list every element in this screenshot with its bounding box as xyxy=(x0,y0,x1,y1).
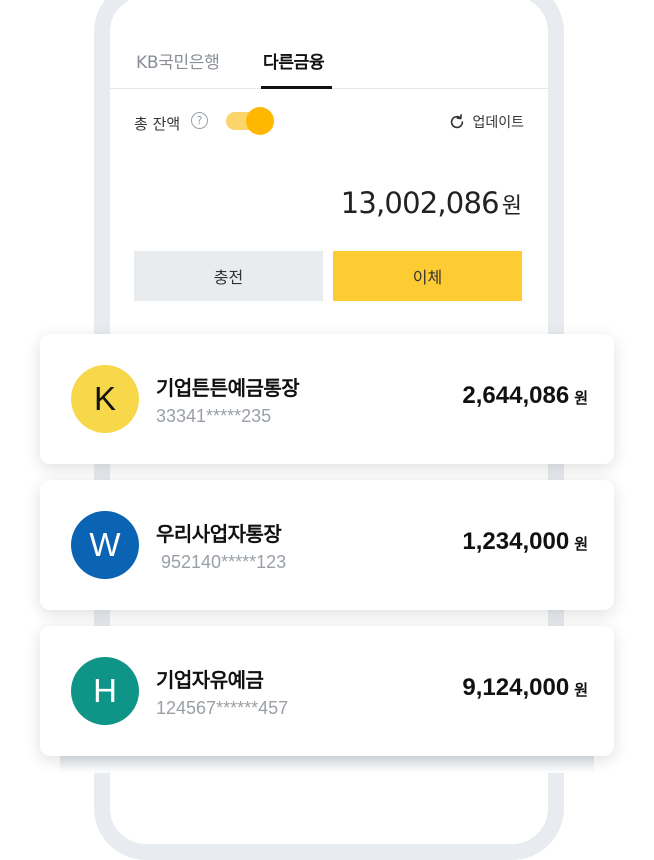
total-balance-label: 총 잔액 xyxy=(134,115,181,133)
bank-avatar: W xyxy=(71,511,139,579)
question-circle-icon[interactable]: ? xyxy=(191,112,208,129)
total-balance: 13,002,086 원 xyxy=(341,186,522,220)
account-name: 우리사업자통장 xyxy=(156,522,282,546)
balance-visibility-toggle[interactable] xyxy=(226,107,274,135)
update-label: 업데이트 xyxy=(472,115,524,131)
tab-other-finance[interactable]: 다른금융 xyxy=(263,48,325,73)
bank-avatar: K xyxy=(71,365,139,433)
transfer-button[interactable]: 이체 xyxy=(333,251,522,301)
account-balance: 2,644,086 원 xyxy=(462,382,588,410)
tab-kb-bank[interactable]: KB국민은행 xyxy=(136,48,220,73)
charge-button[interactable]: 충전 xyxy=(134,251,323,301)
update-button[interactable]: 업데이트 xyxy=(448,111,524,133)
bank-avatar: H xyxy=(71,657,139,725)
account-balance-unit: 원 xyxy=(574,535,588,553)
account-card[interactable]: H 기업자유예금 124567******457 9,124,000 원 xyxy=(40,626,614,756)
total-balance-unit: 원 xyxy=(501,194,522,219)
account-name: 기업튼튼예금통장 xyxy=(156,376,300,400)
account-balance-unit: 원 xyxy=(574,681,588,699)
account-number: 952140*****123 xyxy=(161,552,287,572)
balance-header: 총 잔액 ? 업데이트 xyxy=(134,107,524,137)
active-tab-indicator xyxy=(261,86,332,89)
account-balance-amount: 1,234,000 xyxy=(462,528,570,555)
account-card[interactable]: K 기업튼튼예금통장 33341*****235 2,644,086 원 xyxy=(40,334,614,464)
account-balance-amount: 9,124,000 xyxy=(462,674,570,701)
account-number: 124567******457 xyxy=(156,698,289,718)
toggle-knob xyxy=(246,107,274,135)
total-balance-amount: 13,002,086 xyxy=(340,186,500,220)
account-card[interactable]: W 우리사업자통장 952140*****123 1,234,000 원 xyxy=(40,480,614,610)
refresh-icon xyxy=(451,114,464,129)
account-balance-unit: 원 xyxy=(574,389,588,407)
account-balance-amount: 2,644,086 xyxy=(462,382,570,409)
account-number: 33341*****235 xyxy=(156,406,272,426)
account-name: 기업자유예금 xyxy=(156,668,264,692)
tab-bar: KB국민은행 다른금융 xyxy=(110,44,548,89)
account-balance: 9,124,000 원 xyxy=(462,674,588,702)
account-balance: 1,234,000 원 xyxy=(462,528,588,556)
